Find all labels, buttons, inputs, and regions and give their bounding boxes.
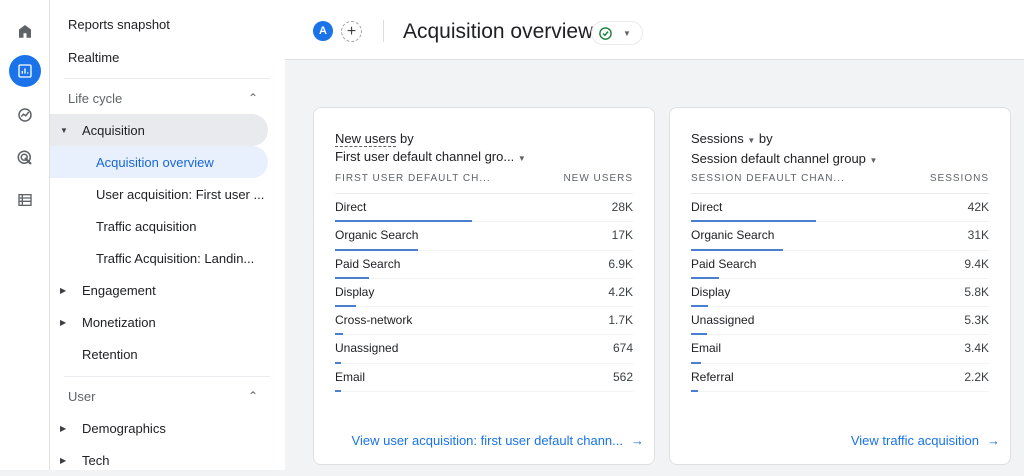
comparison-avatar[interactable]: A [313, 21, 333, 41]
table-row[interactable]: Referral 2.2K [691, 364, 989, 393]
table-header: SESSION DEFAULT CHAN... SESSIONS [691, 173, 989, 194]
metric-selector[interactable]: New users [335, 131, 397, 147]
row-value: 1.7K [608, 313, 633, 328]
table-row[interactable]: Organic Search 31K [691, 222, 989, 251]
sidebar-item-acquisition-overview[interactable]: Acquisition overview [50, 146, 268, 178]
caret-right-icon: ▶ [60, 455, 67, 465]
sidebar-item-monetization[interactable]: ▶ Monetization [50, 306, 268, 338]
row-label: Direct [691, 200, 723, 214]
row-label: Email [691, 341, 722, 356]
status-dropdown[interactable]: ▼ [591, 21, 643, 45]
sidebar: Reports snapshot Realtime Life cycle ⌃ ▼ A… [50, 0, 285, 470]
caret-right-icon: ▶ [60, 285, 67, 295]
new-users-card: New users by First user default channel g… [313, 107, 655, 465]
row-label: Referral [691, 369, 734, 384]
home-icon[interactable] [9, 15, 41, 47]
caret-down-icon: ▼ [623, 28, 631, 38]
row-value: 42K [967, 200, 989, 214]
sidebar-item-demographics[interactable]: ▶ Demographics [50, 412, 268, 444]
caret-right-icon: ▶ [60, 317, 67, 327]
arrow-right-icon: → [987, 433, 1000, 448]
table-row[interactable]: Paid Search 6.9K [335, 251, 633, 279]
section-user[interactable]: User ⌃ [50, 380, 268, 412]
row-label: Paid Search [335, 256, 401, 271]
add-comparison-button[interactable]: + [341, 21, 362, 42]
caret-down-icon: ▼ [869, 156, 878, 165]
nav-rail [0, 0, 50, 470]
row-value: 9.4K [964, 256, 989, 271]
row-value: 17K [611, 228, 633, 243]
section-lifecycle[interactable]: Life cycle ⌃ [50, 82, 268, 114]
table-row[interactable]: Unassigned 674 [335, 335, 633, 364]
sidebar-item-retention[interactable]: Retention [50, 338, 268, 370]
value-bar [335, 390, 341, 393]
row-value: 3.4K [964, 341, 989, 356]
row-label: Paid Search [691, 256, 757, 271]
configure-icon[interactable] [9, 184, 41, 216]
dimension-selector[interactable]: First user default channel gro... ▼ [335, 149, 526, 164]
sidebar-item-tech[interactable]: ▶ Tech [50, 444, 268, 476]
sidebar-item-user-acquisition[interactable]: User acquisition: First user ... [50, 178, 268, 210]
row-value: 6.9K [608, 256, 633, 271]
view-user-acquisition-link[interactable]: View user acquisition: first user defaul… [352, 433, 644, 448]
divider [383, 20, 384, 42]
row-value: 2.2K [964, 369, 989, 384]
row-value: 5.8K [964, 284, 989, 299]
row-label: Unassigned [335, 341, 399, 356]
row-value: 5.3K [964, 313, 989, 328]
dimension-selector[interactable]: Session default channel group ▼ [691, 151, 877, 166]
arrow-right-icon: → [631, 433, 644, 448]
sidebar-item-acquisition[interactable]: ▼ Acquisition [50, 114, 268, 146]
reports-icon[interactable] [9, 55, 41, 87]
table-rows: Direct 42K Organic Search 31K Paid Search 9.4… [691, 194, 989, 393]
divider [64, 376, 270, 377]
table-row[interactable]: Paid Search 9.4K [691, 251, 989, 279]
table-rows: Direct 28K Organic Search 17K Paid Search 6.9… [335, 194, 633, 393]
chevron-up-icon: ⌃ [247, 91, 258, 105]
row-label: Display [335, 284, 375, 299]
table-row[interactable]: Direct 42K [691, 194, 989, 223]
row-value: 4.2K [608, 284, 633, 299]
row-label: Email [335, 369, 366, 384]
caret-down-icon: ▼ [517, 154, 526, 163]
row-label: Cross-network [335, 313, 413, 328]
chevron-up-icon: ⌃ [247, 389, 258, 403]
row-label: Organic Search [691, 228, 775, 243]
page-title: Acquisition overview [403, 20, 594, 43]
row-value: 674 [612, 341, 633, 356]
caret-right-icon: ▶ [60, 423, 67, 433]
sidebar-item-engagement[interactable]: ▶ Engagement [50, 274, 268, 306]
row-label: Unassigned [691, 313, 755, 328]
sidebar-item-realtime[interactable]: Realtime [50, 41, 268, 73]
table-row[interactable]: Direct 28K [335, 194, 633, 223]
divider [64, 78, 270, 79]
check-circle-icon [599, 26, 612, 40]
main-content: A + Acquisition overview ▼ New users by F… [285, 0, 1024, 470]
table-row[interactable]: Email 562 [335, 364, 633, 393]
table-row[interactable]: Display 5.8K [691, 279, 989, 308]
table-row[interactable]: Unassigned 5.3K [691, 307, 989, 336]
table-row[interactable]: Email 3.4K [691, 335, 989, 364]
view-traffic-acquisition-link[interactable]: View traffic acquisition → [851, 433, 1000, 448]
table-row[interactable]: Display 4.2K [335, 279, 633, 308]
row-value: 562 [612, 369, 633, 384]
sidebar-item-reports-snapshot[interactable]: Reports snapshot [50, 8, 268, 40]
caret-down-icon: ▼ [60, 125, 68, 135]
value-bar [691, 390, 698, 393]
row-label: Direct [335, 200, 367, 214]
row-value: 31K [967, 228, 989, 243]
explore-icon[interactable] [9, 99, 41, 131]
sidebar-item-traffic-acquisition[interactable]: Traffic acquisition [50, 210, 268, 242]
table-header: FIRST USER DEFAULT CH... NEW USERS [335, 173, 633, 194]
advertising-icon[interactable] [9, 142, 41, 174]
table-row[interactable]: Organic Search 17K [335, 222, 633, 251]
page-header: A + Acquisition overview ▼ [285, 0, 1024, 60]
sessions-card: Sessions ▼ by Session default channel gro… [669, 107, 1011, 465]
row-value: 28K [611, 200, 633, 214]
row-label: Display [691, 284, 731, 299]
metric-selector[interactable]: Sessions ▼ [691, 131, 755, 146]
sidebar-item-traffic-acquisition-landing[interactable]: Traffic Acquisition: Landin... [50, 242, 268, 274]
table-row[interactable]: Cross-network 1.7K [335, 307, 633, 336]
row-label: Organic Search [335, 228, 419, 243]
